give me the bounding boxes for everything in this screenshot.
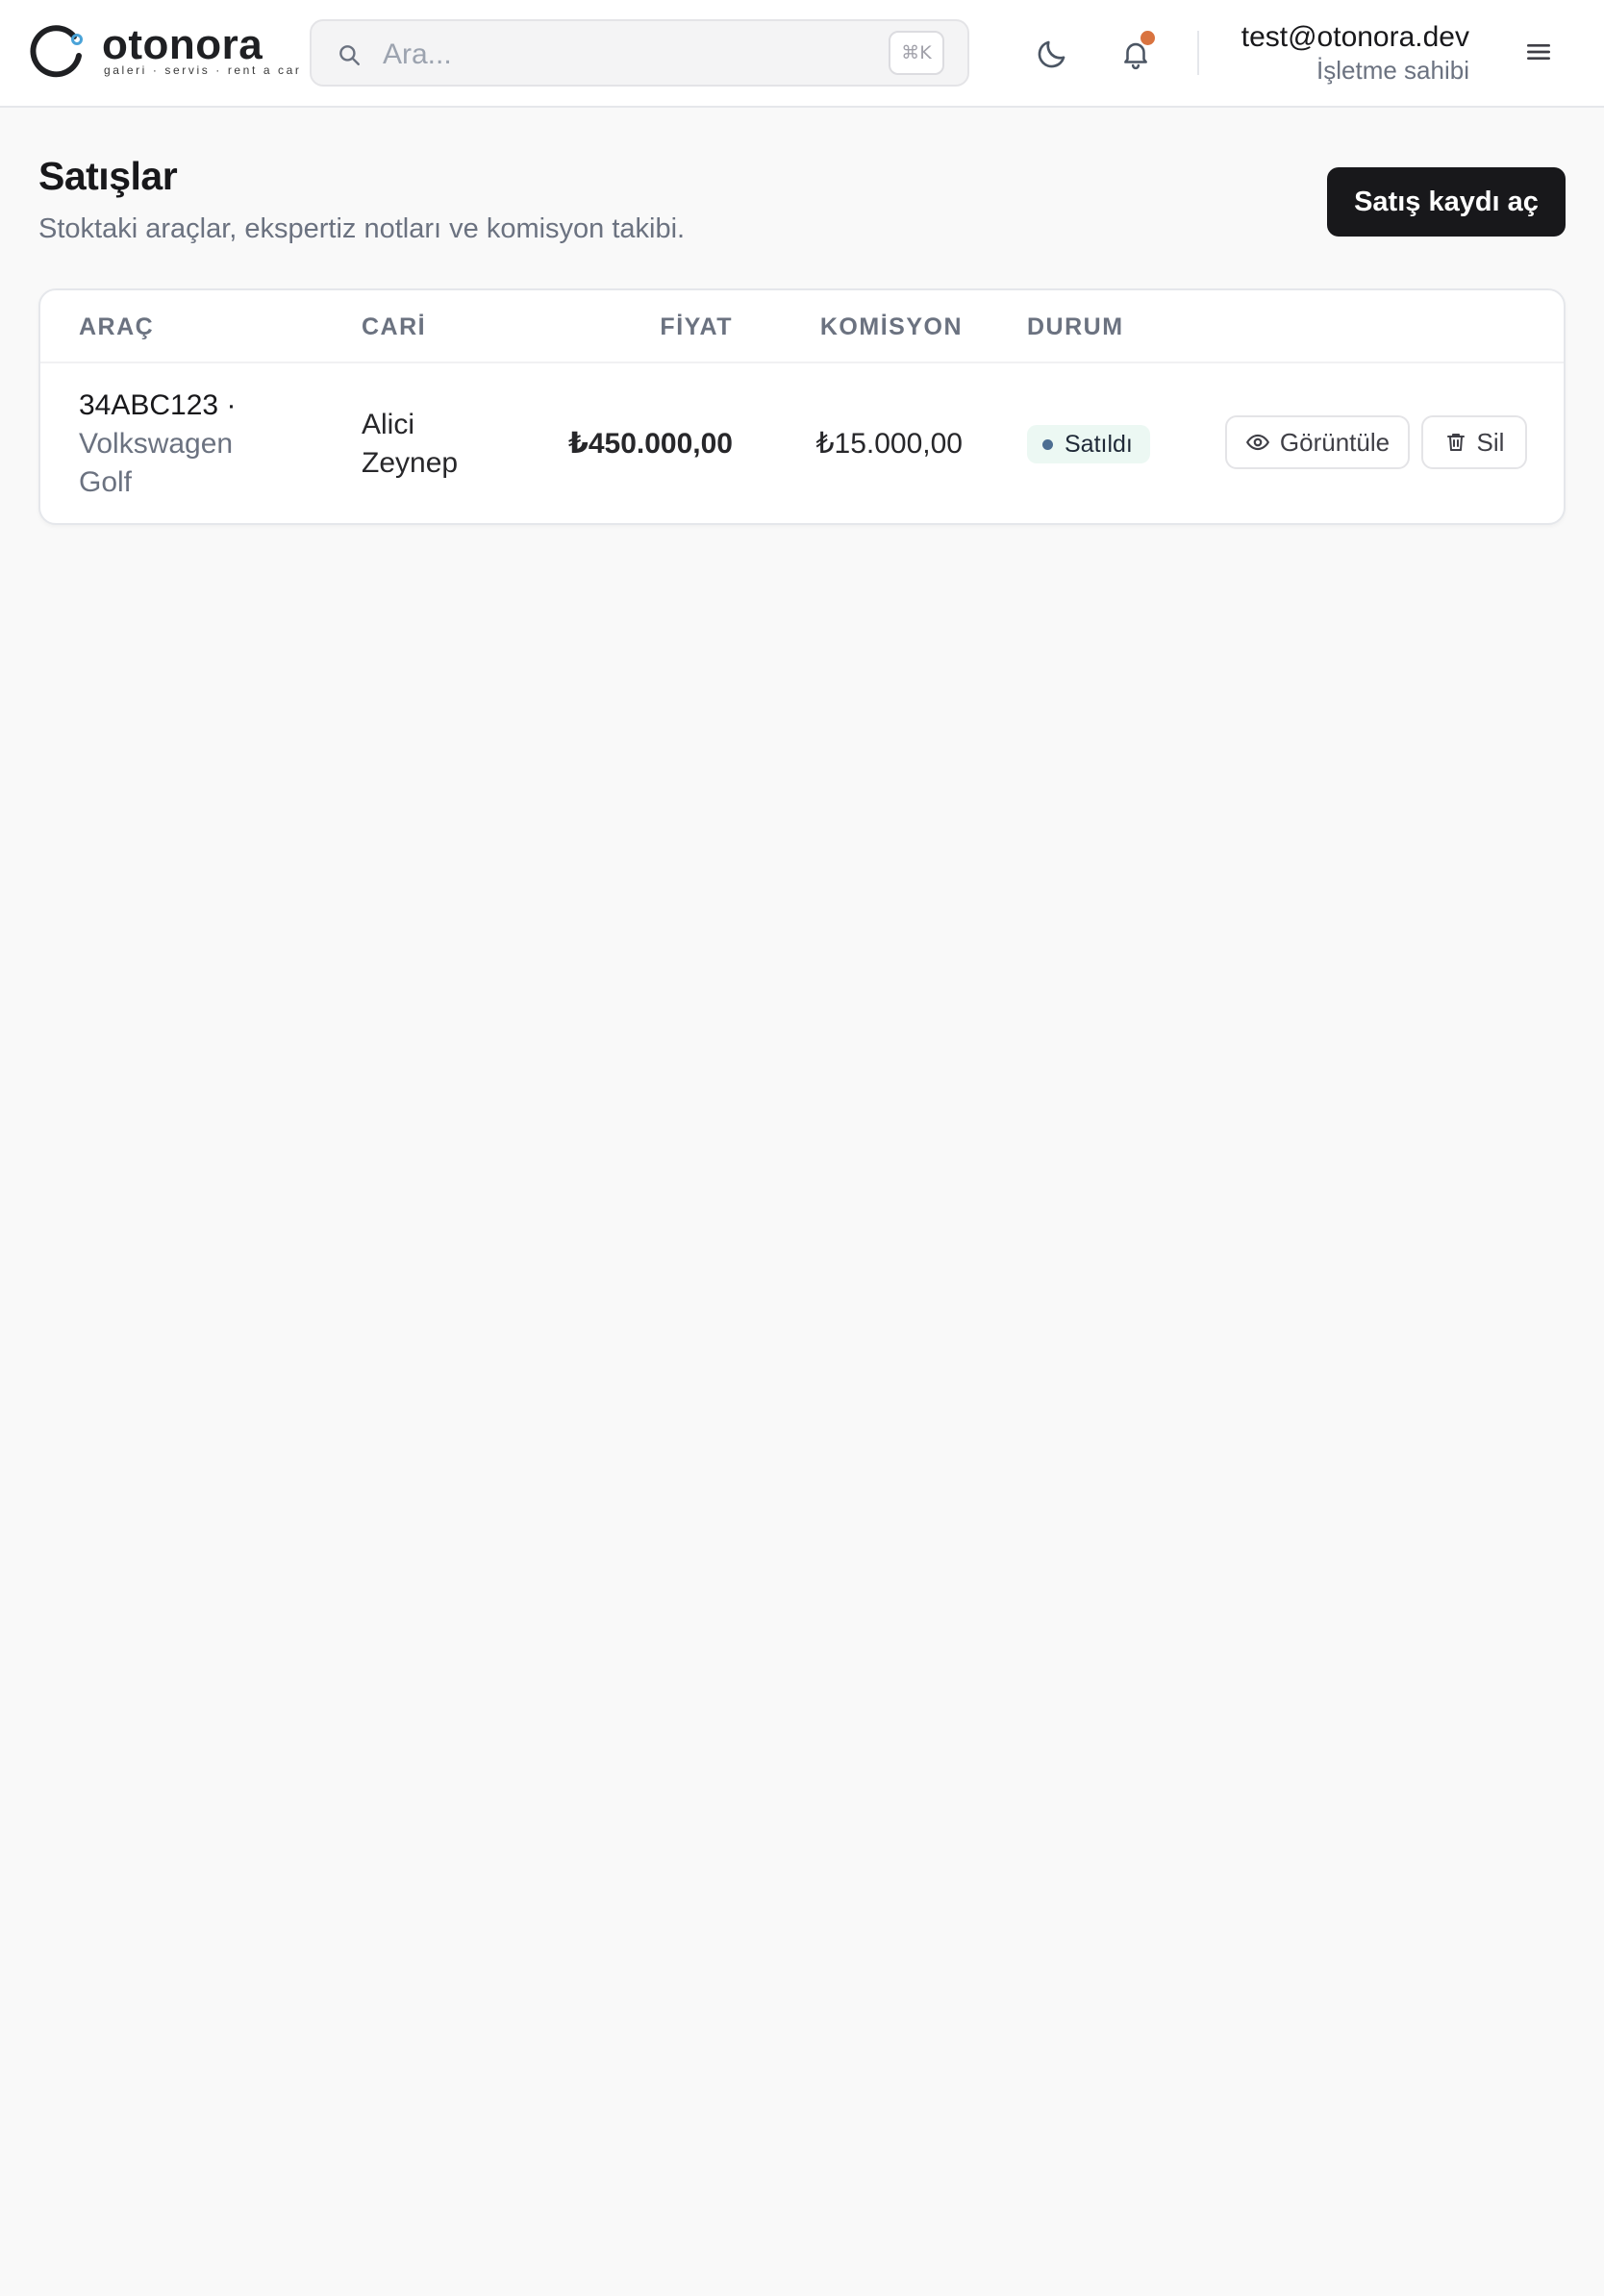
theme-toggle-button[interactable] [1029,31,1075,77]
new-sale-button[interactable]: Satış kaydı aç [1327,167,1566,237]
page-subtitle: Stoktaki araçlar, ekspertiz notları ve k… [38,213,686,244]
column-header-fiyat: FİYAT [660,313,733,340]
status-label: Satıldı [1065,430,1133,458]
status-badge: Satıldı [1027,425,1150,463]
moon-icon [1038,40,1065,68]
search-box: ⌘K [310,19,969,87]
delete-button-label: Sil [1476,427,1505,457]
user-role: İşletme sahibi [1316,56,1469,85]
notifications-button[interactable] [1113,31,1159,77]
commission: ₺15.000,00 [815,428,963,460]
user-email[interactable]: test@otonora.dev [1241,21,1469,54]
header-divider [1197,31,1199,75]
brand-logo[interactable]: otonora galeri · servis · rent a car [29,21,299,85]
brand-tagline: galeri · servis · rent a car [104,63,302,77]
vehicle-model: Volkswagen Golf [79,428,234,498]
page-title: Satışlar [38,154,178,198]
status-dot [1042,438,1053,450]
column-header-arac: ARAÇ [79,313,155,340]
search-shortcut-hint: ⌘K [889,31,944,75]
column-header-komisyon: KOMİSYON [819,313,963,340]
sale-price: ₺450.000,00 [567,428,733,460]
column-header-cari: CARİ [362,313,427,340]
search-input[interactable] [381,33,885,77]
vehicle-plate: 34ABC123 · [79,389,237,421]
view-button[interactable]: Görüntüle [1225,415,1410,469]
sales-table: ARAÇ CARİ FİYAT KOMİSYON DURUM 34ABC123 … [38,288,1566,525]
notification-badge [1140,31,1155,45]
menu-button[interactable] [1519,33,1558,71]
delete-button[interactable]: Sil [1421,415,1527,469]
view-button-label: Görüntüle [1279,427,1391,457]
trash-icon [1446,434,1465,451]
column-header-durum: DURUM [1027,313,1124,340]
customer-name: Alici Zeynep [362,409,459,479]
brand-name: otonora [102,21,263,68]
eye-icon [1245,434,1269,451]
table-header: ARAÇ CARİ FİYAT KOMİSYON DURUM [40,290,1564,363]
menu-icon [1527,43,1550,60]
logo-mark-icon [30,25,83,78]
search-icon [339,45,360,65]
top-bar: otonora galeri · servis · rent a car ⌘K … [0,0,1604,108]
